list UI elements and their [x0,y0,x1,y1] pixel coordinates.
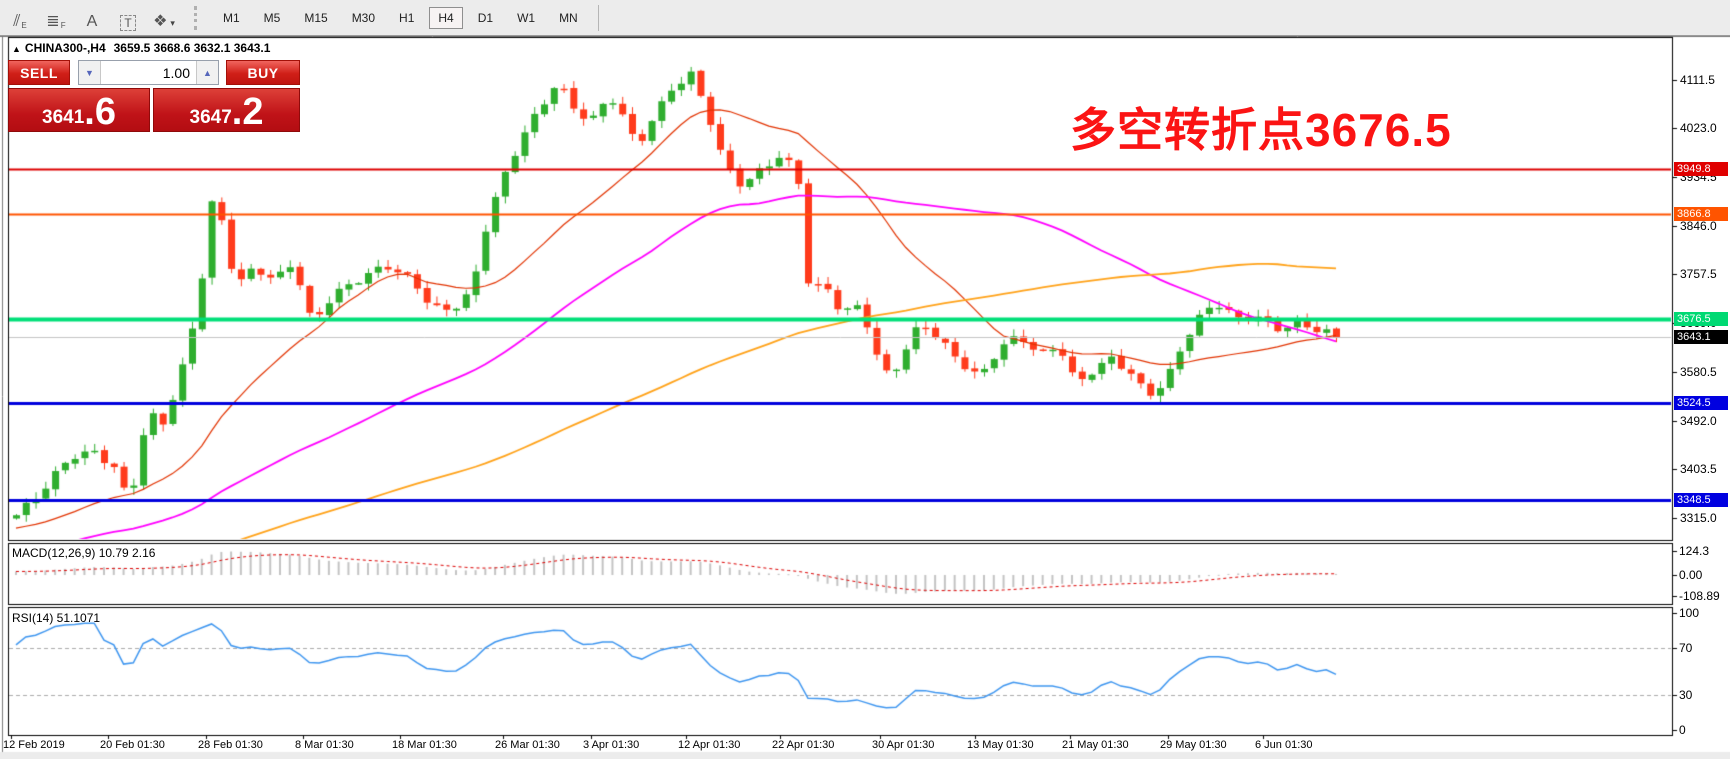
timeframe-button-m30[interactable]: M30 [343,7,384,29]
time-axis-label[interactable]: 30 Apr 01:30 [872,739,934,751]
rsi-axis-label: 100 [1679,606,1700,620]
time-axis-label[interactable]: 6 Jun 01:30 [1255,739,1313,751]
rsi-axis-label: 30 [1679,688,1693,702]
sell-button[interactable]: SELL [8,60,70,85]
fibonacci-retracement-icon-sub: F [60,20,66,30]
macd-axis-label: 124.3 [1679,544,1710,558]
price-axis-label: 3846.0 [1680,219,1717,233]
ask-price-box[interactable]: 3647.2 [153,88,300,132]
ohlc-values: 3659.5 3668.6 3632.1 3643.1 [113,41,271,55]
time-axis-label[interactable]: 3 Apr 01:30 [583,739,639,751]
timeframe-button-m5[interactable]: M5 [255,7,290,29]
time-axis-label[interactable]: 13 May 01:30 [967,739,1034,751]
timeframe-button-m1[interactable]: M1 [214,7,249,29]
trading-terminal-window: ⫽ E ≣ F A T ❖ ▾ M1 M5 M15 M30 H1 H4 D1 W1 MN ▲ CHINA300-,… [0,0,1730,759]
time-axis-label[interactable]: 29 May 01:30 [1160,739,1227,751]
text-label-icon-glyph: A [86,12,98,30]
macd-axis-label: 0.00 [1679,568,1703,582]
price-axis-label: 3315.0 [1680,511,1717,525]
buy-button[interactable]: BUY [226,60,300,85]
price-axis-label: 3403.5 [1680,462,1717,476]
bid-price-box[interactable]: 3641.6 [8,88,150,132]
fibonacci-retracement-icon-glyph: ≣ [46,12,60,30]
symbol-info-line[interactable]: ▲ CHINA300-,H4 3659.5 3668.6 3632.1 3643.1 [12,41,270,55]
chart-toolbar: ⫽ E ≣ F A T ❖ ▾ M1 M5 M15 M30 H1 H4 D1 W1 MN [0,0,1730,36]
price-line-tag: 3676.5 [1674,312,1728,326]
price-axis-label: 4023.0 [1680,121,1717,135]
timeframe-button-h1[interactable]: H1 [390,7,423,29]
price-axis-label: 4111.5 [1680,73,1715,87]
text-label-icon[interactable]: A [76,5,108,31]
price-line-tag: 3348.5 [1674,493,1728,507]
time-axis-label[interactable]: 22 Apr 01:30 [772,739,834,751]
time-axis-label[interactable]: 8 Mar 01:30 [295,739,354,751]
bid-price-main: 3641 [42,107,85,128]
timeframe-button-d1[interactable]: D1 [469,7,502,29]
toolbar-separator [597,4,599,31]
collapse-arrow-icon[interactable]: ▲ [12,44,21,54]
dropdown-caret-icon[interactable]: ▾ [170,15,175,31]
time-axis-label[interactable]: 12 Apr 01:30 [678,739,740,751]
time-axis-label[interactable]: 26 Mar 01:30 [495,739,560,751]
macd-axis-label: -108.89 [1679,589,1720,603]
price-line-tag: 3524.5 [1674,396,1728,410]
arrows-tool-icon[interactable]: ❖ ▾ [148,5,180,31]
timeframe-button-w1[interactable]: W1 [508,7,544,29]
time-axis-label[interactable]: 21 May 01:30 [1062,739,1129,751]
trade-controls-row: SELL ▼ ▲ BUY [8,60,300,85]
time-axis-label[interactable]: 20 Feb 01:30 [100,739,165,751]
fibonacci-retracement-icon[interactable]: ≣ F [40,5,72,31]
toolbar-drag-handle [194,5,203,30]
text-tool-icon-glyph: T [120,14,136,31]
time-axis-label[interactable]: 28 Feb 01:30 [198,739,263,751]
equidistant-channel-icon-glyph: ⫽ [13,12,21,30]
price-axis-label: 3492.0 [1680,414,1717,428]
equidistant-channel-icon-sub: E [21,20,27,30]
time-axis-label[interactable]: 18 Mar 01:30 [392,739,457,751]
price-axis-label: 3757.5 [1680,267,1717,281]
price-axis-label: 3580.5 [1680,365,1717,379]
ask-price-main: 3647 [189,107,232,128]
chart-text-annotation: 多空转折点3676.5 [1070,104,1452,156]
volume-input[interactable] [101,61,196,84]
text-tool-icon[interactable]: T [112,5,144,31]
rsi-axis-label: 70 [1679,641,1693,655]
bid-price-fraction: .6 [84,91,116,133]
price-line-tag: 3866.8 [1674,207,1728,221]
rsi-indicator-label: RSI(14) 51.1071 [12,611,101,625]
timeframe-button-m15[interactable]: M15 [295,7,336,29]
price-line-tag: 3643.1 [1674,330,1728,344]
timeframe-button-h4[interactable]: H4 [429,6,463,29]
volume-decrease-button[interactable]: ▼ [79,61,101,84]
price-line-tag: 3949.8 [1674,162,1728,176]
volume-increase-button[interactable]: ▲ [196,61,218,84]
quote-row: 3641.6 3647.2 [8,88,300,132]
timeframe-button-mn[interactable]: MN [550,7,587,29]
volume-stepper: ▼ ▲ [78,60,219,85]
time-axis-label[interactable]: 12 Feb 2019 [3,739,65,751]
rsi-axis-label: 0 [1679,723,1686,737]
arrows-tool-icon-glyph: ❖ [153,12,168,30]
macd-indicator-label: MACD(12,26,9) 10.79 2.16 [12,546,156,560]
ask-price-fraction: .2 [231,91,264,133]
symbol-title: CHINA300-,H4 [24,41,106,55]
one-click-trade-panel: SELL ▼ ▲ BUY 3641.6 3647.2 [8,60,300,132]
equidistant-channel-icon[interactable]: ⫽ E [4,5,36,31]
